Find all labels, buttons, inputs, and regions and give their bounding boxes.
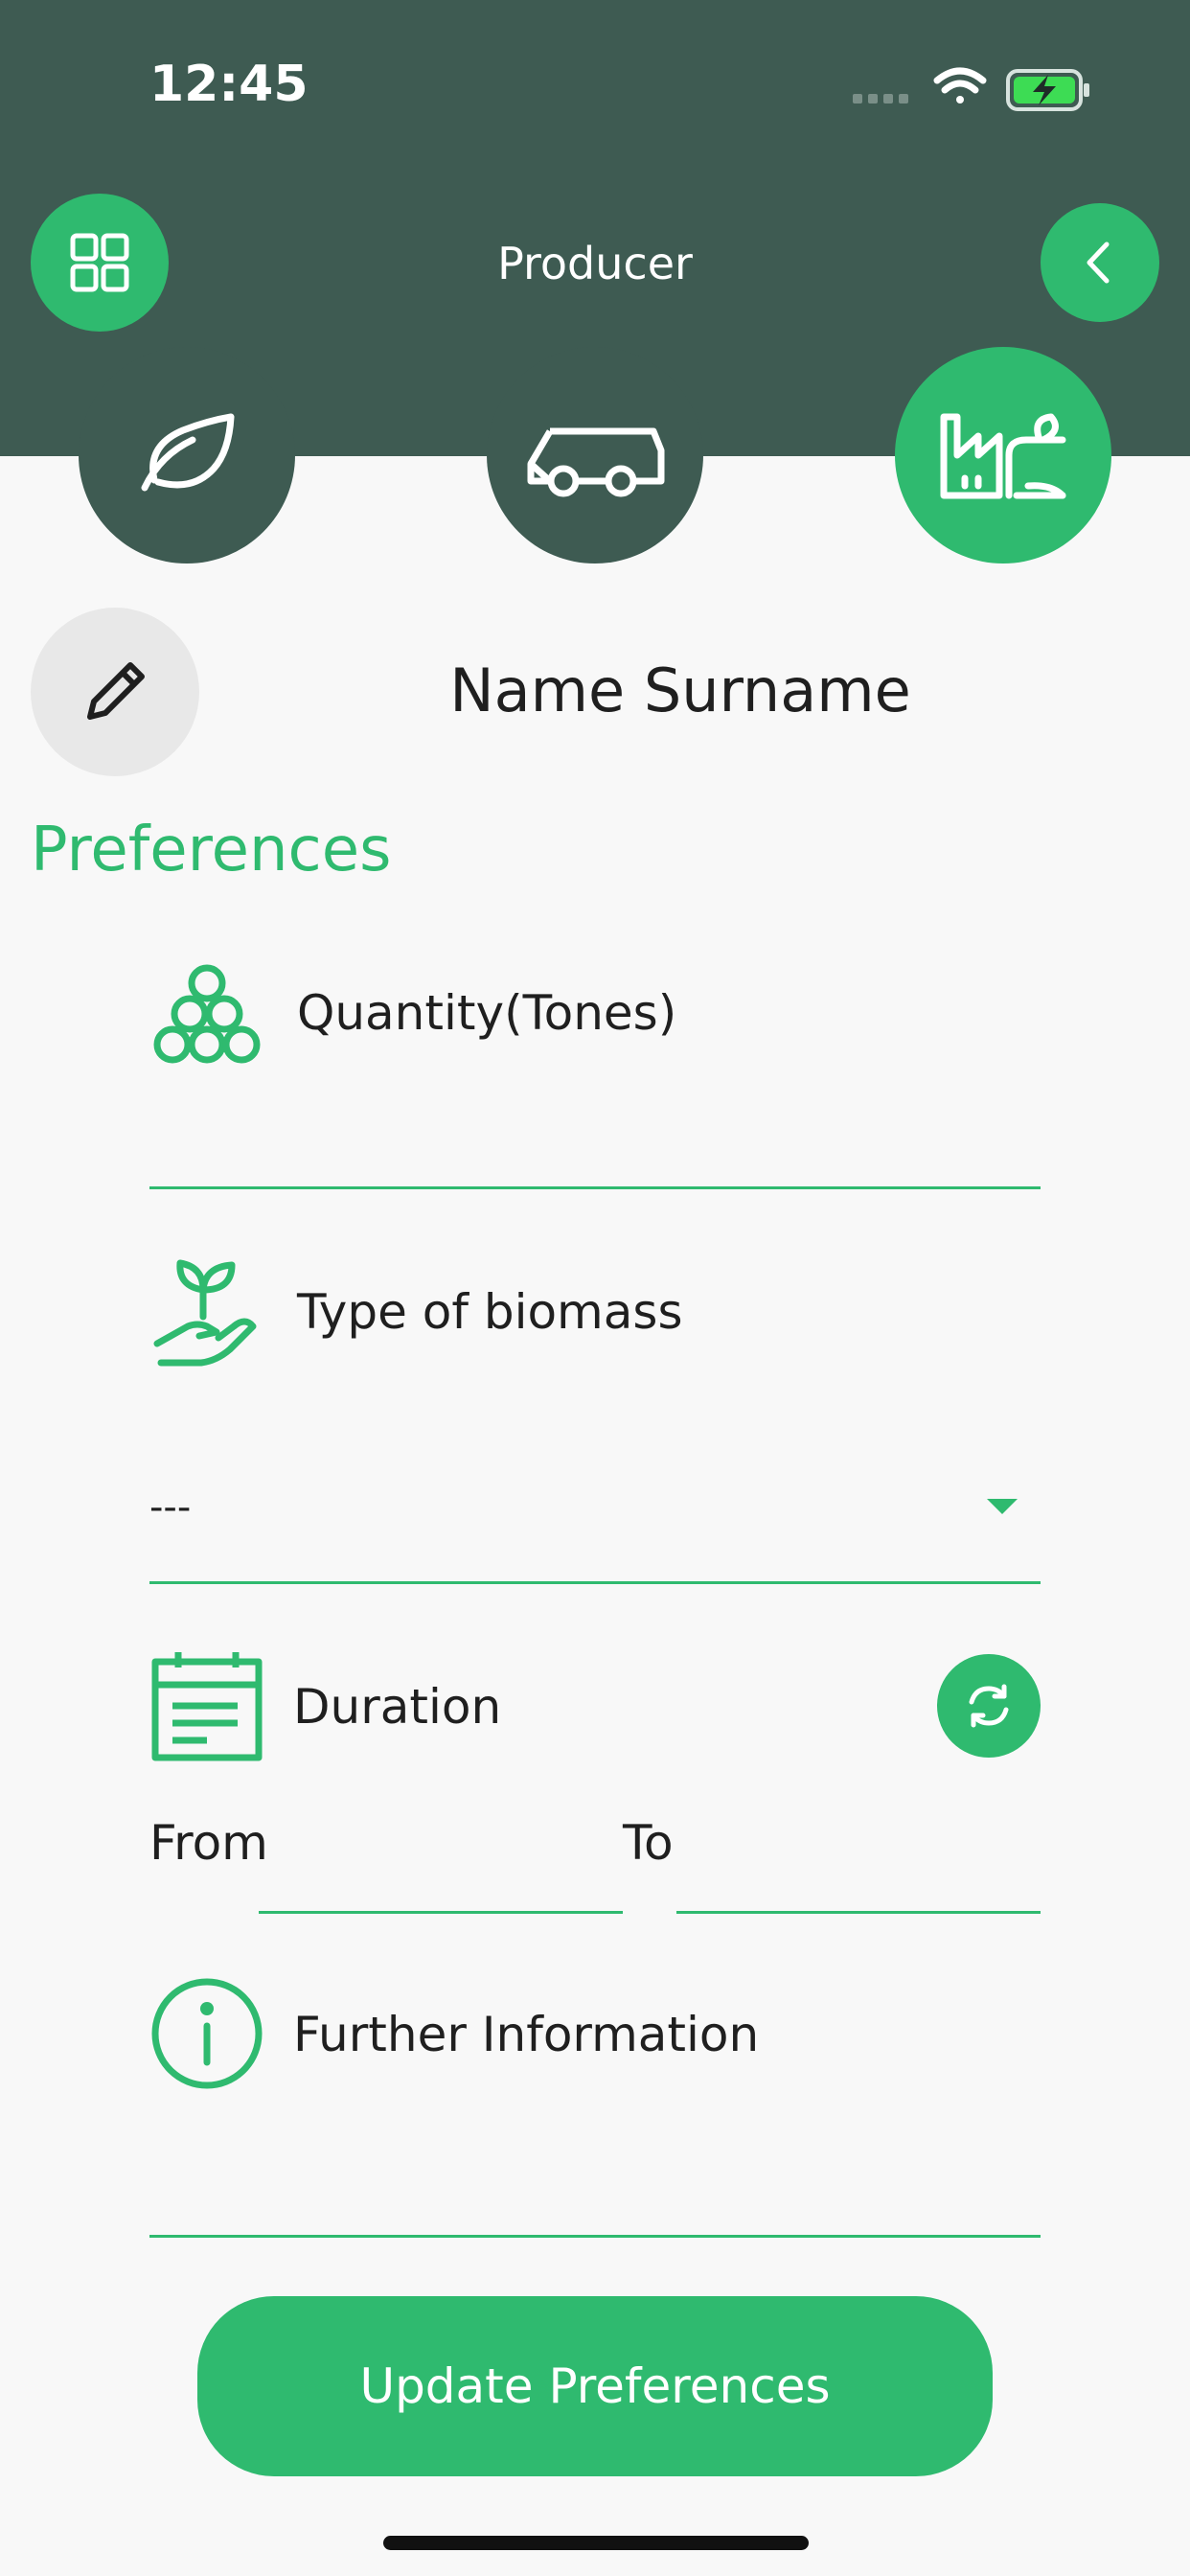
to-date-underline	[676, 1911, 1041, 1914]
factory-plant-icon	[940, 413, 1066, 499]
biomass-label: Type of biomass	[297, 1284, 683, 1340]
reset-dates-button[interactable]	[937, 1654, 1041, 1758]
section-title-preferences: Preferences	[31, 815, 392, 886]
to-date-input[interactable]	[676, 1802, 1041, 1909]
quantity-label: Quantity(Tones)	[297, 985, 677, 1041]
user-name: Name Surname	[449, 656, 911, 725]
calendar-icon	[149, 1648, 264, 1763]
further-info-input[interactable]	[149, 2108, 1041, 2233]
battery-icon	[1006, 69, 1089, 111]
biomass-underline	[149, 1581, 1041, 1584]
home-indicator	[383, 2536, 809, 2550]
further-info-underline	[149, 2235, 1041, 2238]
info-icon	[149, 1976, 264, 2091]
biomass-dropdown[interactable]: ---	[149, 1476, 1041, 1562]
update-preferences-button[interactable]: Update Preferences	[197, 2296, 993, 2476]
pencil-icon	[87, 662, 145, 720]
quantity-icon	[149, 958, 264, 1073]
role-factory-button[interactable]	[895, 347, 1111, 564]
to-label: To	[623, 1815, 674, 1871]
from-date-underline	[259, 1911, 623, 1914]
status-icons	[843, 59, 1092, 117]
signal-icon	[853, 94, 908, 104]
quantity-underline	[149, 1186, 1041, 1189]
biomass-selected-value: ---	[149, 1485, 192, 1530]
truck-icon	[527, 427, 665, 497]
duration-label: Duration	[293, 1679, 502, 1735]
role-leaf-button[interactable]	[79, 347, 295, 564]
from-date-input[interactable]	[259, 1802, 623, 1909]
page-title: Producer	[497, 238, 693, 289]
from-label: From	[149, 1815, 268, 1871]
further-info-label: Further Information	[293, 2007, 760, 2062]
quantity-input[interactable]	[149, 1131, 1041, 1184]
caret-down-icon	[987, 1499, 1018, 1514]
chevron-left-icon	[1087, 242, 1110, 284]
back-button[interactable]	[1041, 203, 1159, 322]
leaf-icon	[141, 413, 235, 492]
role-truck-button[interactable]	[487, 347, 703, 564]
edit-profile-button[interactable]	[31, 608, 199, 776]
plant-in-hand-icon	[149, 1255, 264, 1370]
status-time: 12:45	[149, 56, 309, 113]
refresh-icon	[969, 1684, 1009, 1728]
wifi-icon	[933, 67, 987, 104]
